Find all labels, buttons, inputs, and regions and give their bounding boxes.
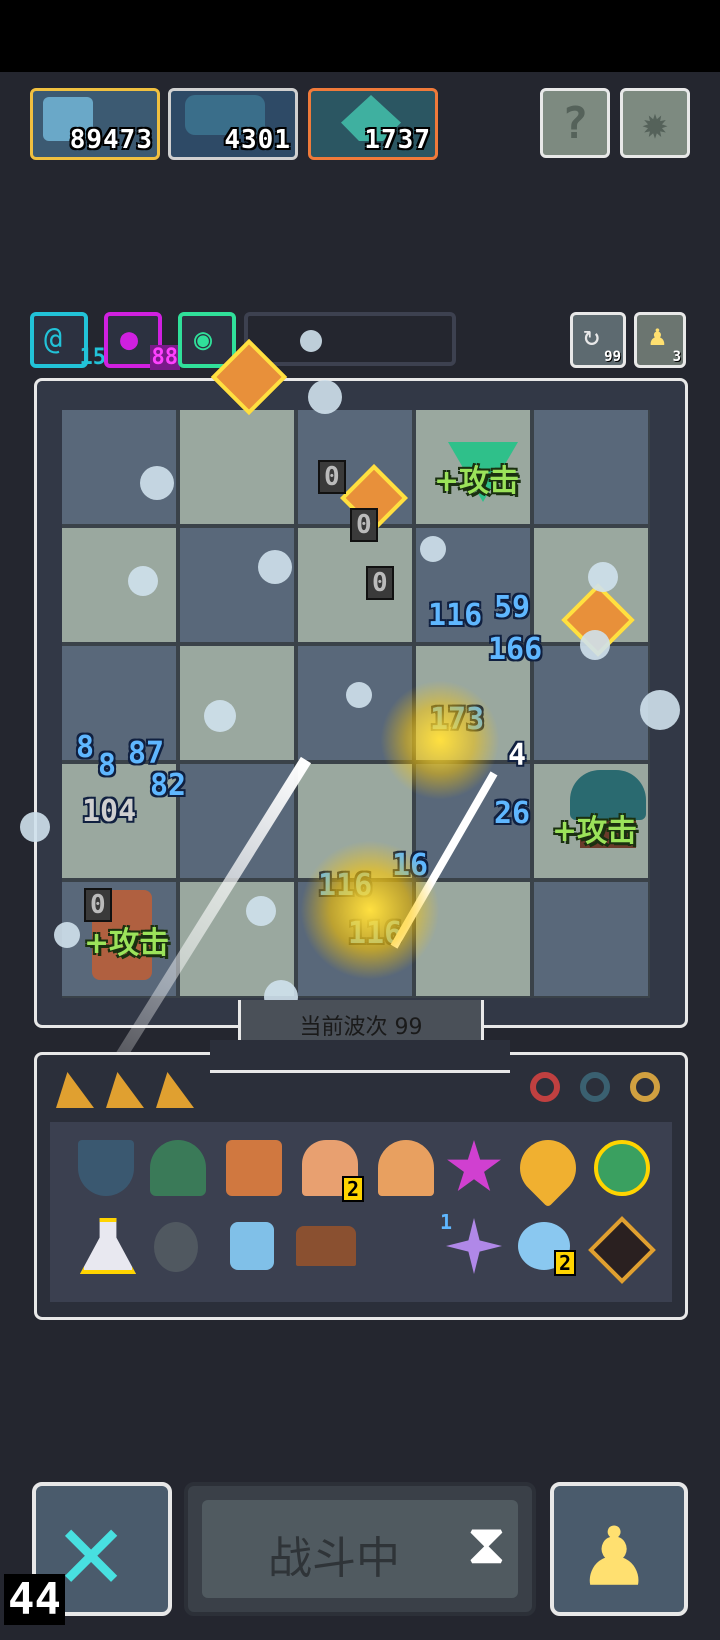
damage-number: 8 xyxy=(98,748,117,783)
chest-icon[interactable] xyxy=(296,1226,356,1266)
snow-particle xyxy=(204,700,236,732)
skill-slot-1[interactable]: @ 15 xyxy=(30,312,106,370)
buff-label: +攻击 xyxy=(552,814,638,849)
zero-marker: 0 xyxy=(366,566,394,600)
skill-count-2: 88 xyxy=(149,345,180,370)
hero-power-3: 1737 xyxy=(364,125,431,155)
planet-icon[interactable]: 2 xyxy=(518,1222,576,1276)
pawn-icon: ♟ xyxy=(649,319,666,352)
refresh-button[interactable]: ↻ 99 xyxy=(570,312,626,368)
damage-number: 4 xyxy=(508,738,527,773)
hero-card-1[interactable]: 89473 xyxy=(30,88,160,160)
spiral-icon: @ xyxy=(44,322,63,357)
snow-particle xyxy=(420,536,446,562)
inventory-grid xyxy=(50,1122,672,1302)
zero-marker: 0 xyxy=(350,508,378,542)
close-icon: ✕ xyxy=(58,1486,125,1614)
board-tile[interactable] xyxy=(534,882,648,996)
shield-icon[interactable] xyxy=(78,1140,134,1196)
potion-orb-icon[interactable] xyxy=(594,1140,650,1196)
ring-icon[interactable] xyxy=(630,1072,660,1102)
grenade-icon[interactable] xyxy=(154,1222,198,1272)
board-tile[interactable] xyxy=(180,646,294,760)
snow-particle xyxy=(580,630,610,660)
refresh-icon: ↻ xyxy=(583,319,600,352)
hero-power-2: 4301 xyxy=(224,125,291,155)
skill-count-1: 15 xyxy=(79,345,107,370)
inventory-tab-notch xyxy=(210,1040,510,1073)
fps-counter: 44 xyxy=(4,1574,65,1625)
scroll-icon[interactable] xyxy=(226,1140,282,1196)
skill-progress-track xyxy=(244,312,456,366)
refresh-count: 99 xyxy=(604,349,621,365)
damage-number: 26 xyxy=(494,796,531,831)
hero-card-2[interactable]: 4301 xyxy=(168,88,298,160)
help-button[interactable]: ? xyxy=(540,88,610,158)
settings-button[interactable]: ✹ xyxy=(620,88,690,158)
hero-card-3[interactable]: 1737 xyxy=(308,88,438,160)
snow-particle xyxy=(300,330,322,352)
pawn-deploy-button[interactable]: ♟ xyxy=(550,1482,688,1616)
snow-particle xyxy=(258,550,292,584)
target-icon: ◉ xyxy=(194,322,213,357)
board-tile[interactable] xyxy=(180,410,294,524)
question-icon: ? xyxy=(561,97,589,149)
gear-icon: ✹ xyxy=(641,97,669,149)
zero-marker: 0 xyxy=(84,888,112,922)
snow-particle xyxy=(246,896,276,926)
battle-status-button[interactable]: 战斗中 ⧗ xyxy=(184,1482,536,1616)
helmet-icon[interactable] xyxy=(150,1140,206,1196)
pawn-button[interactable]: ♟ 3 xyxy=(634,312,686,368)
status-bar xyxy=(0,0,720,72)
damage-number: 8 xyxy=(76,730,95,765)
blue-figure-icon[interactable] xyxy=(230,1222,274,1270)
battle-status-label: 战斗中 xyxy=(268,1533,400,1584)
figure-icon[interactable]: 2 xyxy=(302,1140,364,1202)
item-count-badge: 2 xyxy=(553,1250,576,1276)
snow-particle xyxy=(640,690,680,730)
board-tile[interactable] xyxy=(534,410,648,524)
skill-slot-2[interactable]: ● 88 xyxy=(104,312,180,370)
snow-particle xyxy=(346,682,372,708)
swirl-icon: ● xyxy=(120,322,139,357)
board-tile[interactable] xyxy=(534,646,648,760)
damage-number: 104 xyxy=(82,794,137,829)
ring-icon[interactable] xyxy=(530,1072,560,1102)
snow-particle xyxy=(308,380,342,414)
explosion-effect xyxy=(380,680,500,800)
snow-particle xyxy=(128,566,158,596)
damage-number: 116 xyxy=(428,598,483,633)
zero-marker: 0 xyxy=(318,460,346,494)
damage-number: 87 xyxy=(128,736,165,771)
damage-number: 166 xyxy=(488,632,543,667)
damage-number: 59 xyxy=(494,590,531,625)
buff-label: +攻击 xyxy=(84,926,170,961)
snow-particle xyxy=(54,922,80,948)
item-count-badge: 2 xyxy=(341,1176,364,1202)
buff-label: +攻击 xyxy=(434,464,520,499)
pawn-count: 3 xyxy=(672,349,681,365)
damage-number: 82 xyxy=(150,768,187,803)
tombstone-icon[interactable] xyxy=(378,1140,434,1196)
board-tile[interactable] xyxy=(62,528,176,642)
pawn-icon: ♟ xyxy=(584,1492,645,1609)
item-count-badge: 1 xyxy=(440,1210,453,1234)
snow-particle xyxy=(140,466,174,500)
board-tile[interactable] xyxy=(180,528,294,642)
ring-icon[interactable] xyxy=(580,1072,610,1102)
snow-particle xyxy=(20,812,50,842)
board-tile[interactable] xyxy=(298,528,412,642)
hero-power-1: 89473 xyxy=(69,125,153,155)
hourglass-icon: ⧗ xyxy=(466,1512,506,1577)
snow-particle xyxy=(588,562,618,592)
explosion-effect xyxy=(300,840,440,980)
